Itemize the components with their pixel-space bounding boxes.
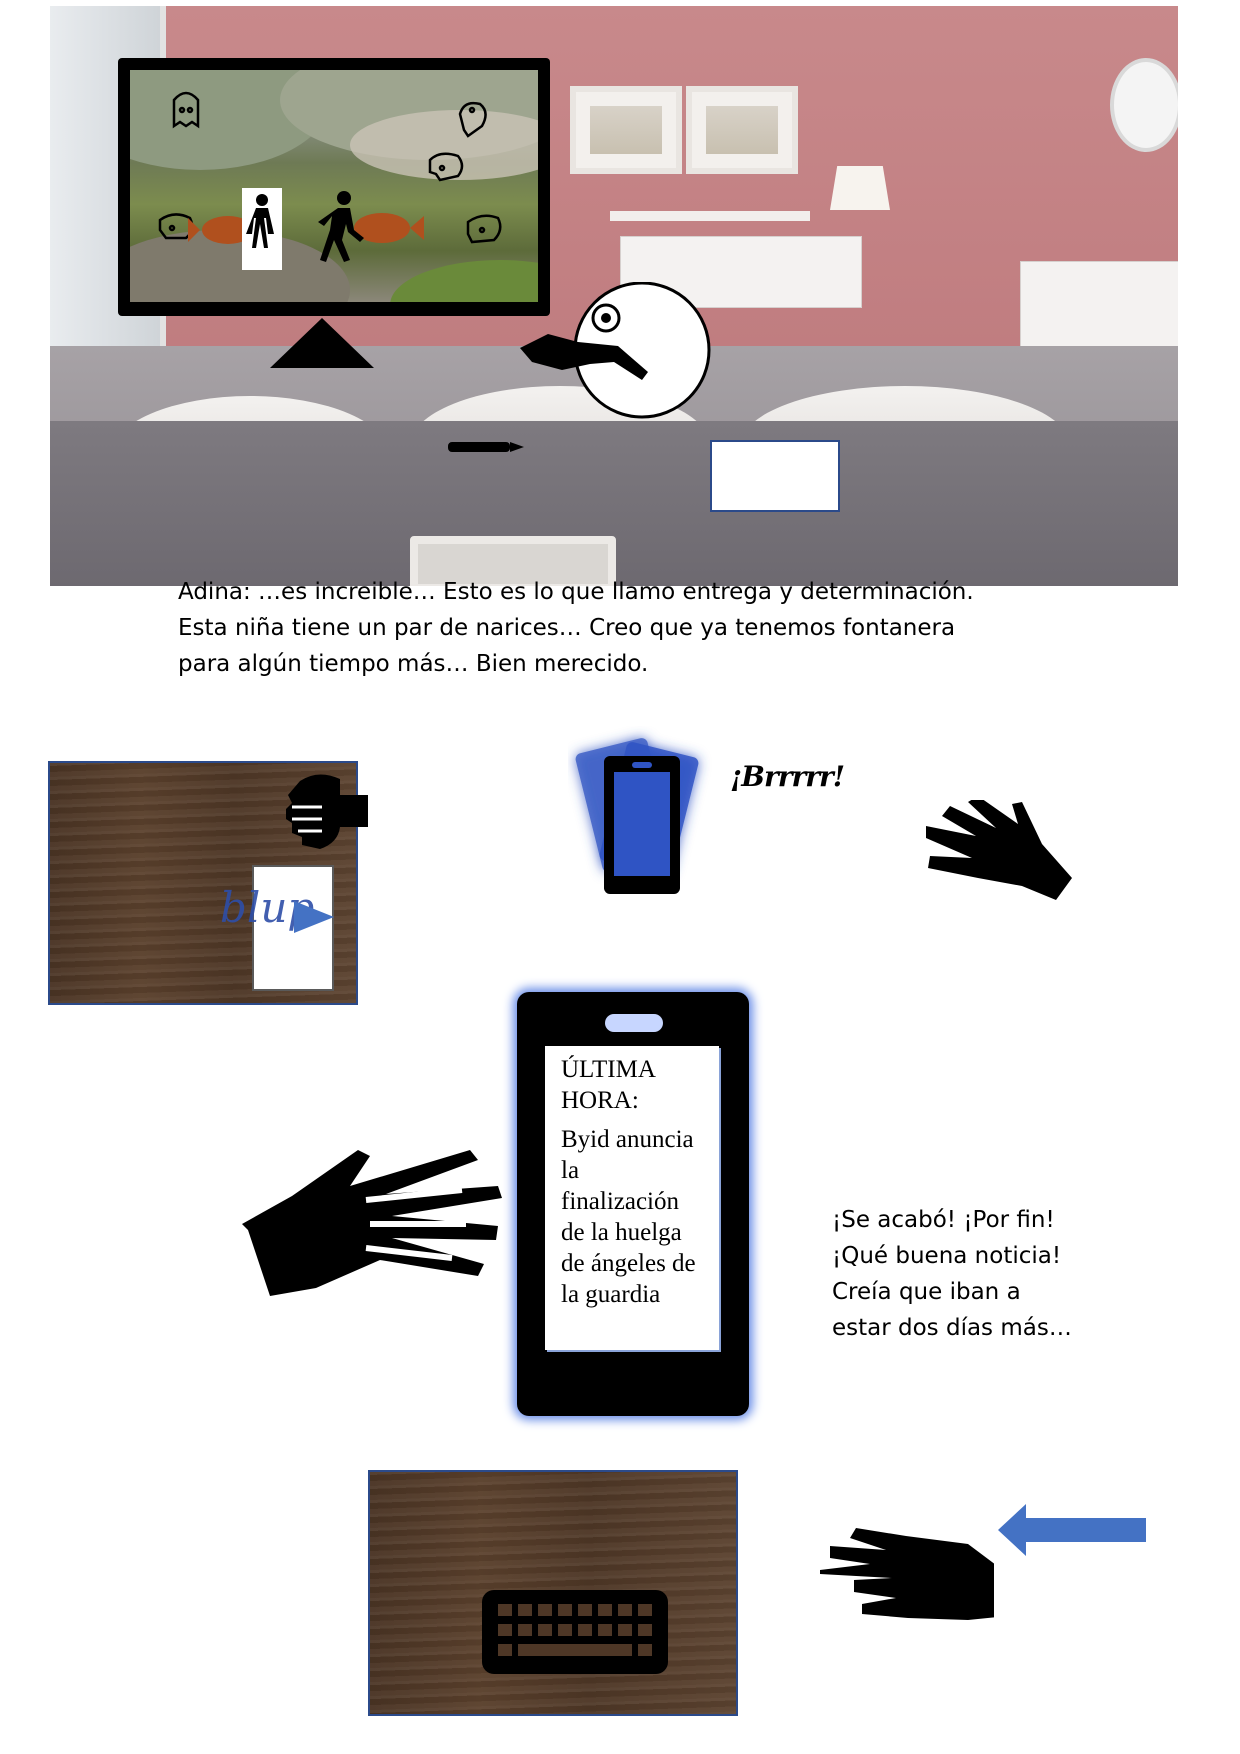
- dialogue-line: Esta niña tiene un par de narices… Creo …: [178, 615, 956, 641]
- dialogue-adina: Adina: …es increible… Esto es lo que lla…: [178, 574, 1058, 682]
- dialogue-line: ¡Qué buena noticia!: [832, 1243, 1062, 1269]
- dialogue-line: ¡Se acabó! ¡Por fin!: [832, 1207, 1055, 1233]
- dialogue-line: Creía que iban a: [832, 1279, 1021, 1305]
- dialogue-line: para algún tiempo más… Bien merecido.: [178, 651, 649, 677]
- arrow-icon: [294, 901, 334, 933]
- tv-monitor: [118, 58, 550, 316]
- vibrating-phone: [575, 738, 699, 894]
- phone-speaker: [605, 1014, 663, 1032]
- dialogue-line: Adina: …es increible… Esto es lo que lla…: [178, 579, 974, 605]
- ghost-icon: [458, 101, 487, 138]
- dialogue-reaction: ¡Se acabó! ¡Por fin! ¡Qué buena noticia!…: [832, 1202, 1132, 1346]
- shelf: [610, 211, 810, 221]
- monitor-screen: [130, 70, 538, 302]
- smartphone[interactable]: ÚLTIMA HORA: Byid anuncia la finalizació…: [517, 992, 749, 1416]
- news-title: ÚLTIMA HORA:: [561, 1056, 656, 1114]
- keyboard-icon[interactable]: [482, 1590, 668, 1674]
- pen-icon: [448, 442, 524, 452]
- arrow-left-icon: [998, 1504, 1146, 1556]
- screen-overlay: [158, 91, 502, 270]
- card: [710, 440, 840, 512]
- wall-picture: [570, 86, 682, 174]
- ghost-icon: [172, 91, 200, 129]
- wood-table-panel: blup: [48, 761, 368, 1005]
- ghost-icon: [158, 213, 194, 240]
- character-figure: [520, 282, 711, 419]
- ghost-icon: [428, 152, 464, 182]
- lamp-icon: [830, 166, 890, 210]
- wall-picture: [686, 86, 798, 174]
- hand-icon: [242, 1150, 502, 1296]
- fist-icon: [286, 774, 368, 849]
- news-body: Byid anuncia la finalización de la huelg…: [561, 1126, 696, 1308]
- ghost-icon: [466, 214, 502, 244]
- fish-icon: [354, 213, 424, 243]
- hand-icon: [820, 1528, 994, 1620]
- wood-desk-panel: [368, 1470, 738, 1716]
- clock-icon: [1110, 58, 1178, 152]
- phone-display[interactable]: ÚLTIMA HORA: Byid anuncia la finalizació…: [545, 1046, 719, 1350]
- dialogue-line: estar dos días más…: [832, 1315, 1072, 1341]
- monitor-stand: [270, 318, 374, 368]
- phone-vibration-sound: ¡Brrrrr!: [730, 760, 845, 793]
- hand-icon: [926, 800, 1072, 900]
